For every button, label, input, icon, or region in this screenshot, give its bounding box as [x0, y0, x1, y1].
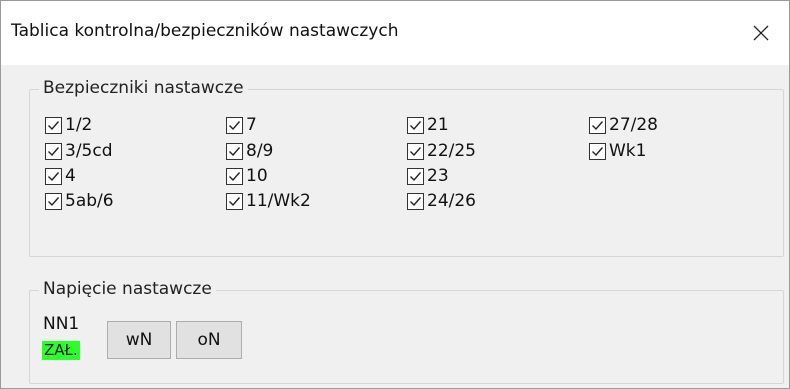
checkbox-checked-icon: [226, 167, 243, 185]
fuse-checkbox-11-wk2[interactable]: 11/Wk2: [226, 190, 311, 212]
fuse-label: 21: [427, 115, 449, 135]
fuse-label: 11/Wk2: [246, 191, 311, 211]
fuse-checkbox-1-2[interactable]: 1/2: [45, 114, 92, 136]
wn-button[interactable]: wN: [107, 321, 171, 359]
fuse-checkbox-7[interactable]: 7: [226, 114, 257, 136]
checkbox-checked-icon: [407, 142, 424, 160]
checkbox-checked-icon: [589, 142, 606, 160]
checkbox-checked-icon: [45, 167, 62, 185]
checkbox-checked-icon: [407, 167, 424, 185]
fuse-label: 1/2: [65, 115, 93, 135]
checkbox-checked-icon: [226, 192, 243, 210]
fuse-label: 23: [427, 166, 449, 186]
window-title: Tablica kontrolna/bezpieczników nastawcz…: [11, 21, 399, 41]
fuse-checkbox-10[interactable]: 10: [226, 165, 268, 187]
fuse-checkbox-22-25[interactable]: 22/25: [407, 140, 476, 162]
fuse-label: 10: [246, 166, 268, 186]
checkbox-checked-icon: [45, 116, 62, 134]
fuse-label: 3/5cd: [65, 141, 113, 161]
fuse-checkbox-3-5cd[interactable]: 3/5cd: [45, 140, 113, 162]
voltage-groupbox: Napięcie nastawcze NN1 ZAŁ. wN oN: [29, 279, 784, 384]
nn1-status-badge: ZAŁ.: [42, 341, 80, 360]
checkbox-checked-icon: [45, 142, 62, 160]
checkbox-checked-icon: [407, 192, 424, 210]
fuse-label: 4: [65, 166, 76, 186]
voltage-group-title: Napięcie nastawcze: [39, 279, 216, 299]
fuse-label: 5ab/6: [65, 191, 114, 211]
dialog-window: Tablica kontrolna/bezpieczników nastawcz…: [0, 0, 790, 389]
close-button[interactable]: [733, 1, 789, 65]
fuse-checkbox-8-9[interactable]: 8/9: [226, 140, 273, 162]
checkbox-checked-icon: [589, 116, 606, 134]
checkbox-checked-icon: [226, 142, 243, 160]
fuses-groupbox: Bezpieczniki nastawcze 1/2 3/5cd 4 5ab/6…: [29, 78, 784, 257]
fuse-checkbox-4[interactable]: 4: [45, 165, 76, 187]
fuse-label: 8/9: [246, 141, 274, 161]
close-icon: [753, 25, 769, 41]
fuse-checkbox-5ab-6[interactable]: 5ab/6: [45, 190, 114, 212]
checkbox-checked-icon: [407, 116, 424, 134]
checkbox-checked-icon: [45, 192, 62, 210]
fuse-checkbox-wk1[interactable]: Wk1: [589, 140, 646, 162]
fuse-label: 24/26: [427, 191, 476, 211]
fuse-label: 27/28: [609, 115, 658, 135]
on-button[interactable]: oN: [176, 321, 242, 359]
fuse-checkbox-21[interactable]: 21: [407, 114, 449, 136]
nn1-label: NN1: [43, 314, 80, 334]
fuse-label: 7: [246, 115, 257, 135]
fuse-checkbox-24-26[interactable]: 24/26: [407, 190, 476, 212]
fuse-label: 22/25: [427, 141, 476, 161]
fuses-group-title: Bezpieczniki nastawcze: [39, 78, 248, 98]
fuse-checkbox-27-28[interactable]: 27/28: [589, 114, 658, 136]
fuse-label: Wk1: [609, 141, 647, 161]
title-bar: Tablica kontrolna/bezpieczników nastawcz…: [1, 1, 789, 65]
fuse-checkbox-23[interactable]: 23: [407, 165, 449, 187]
checkbox-checked-icon: [226, 116, 243, 134]
